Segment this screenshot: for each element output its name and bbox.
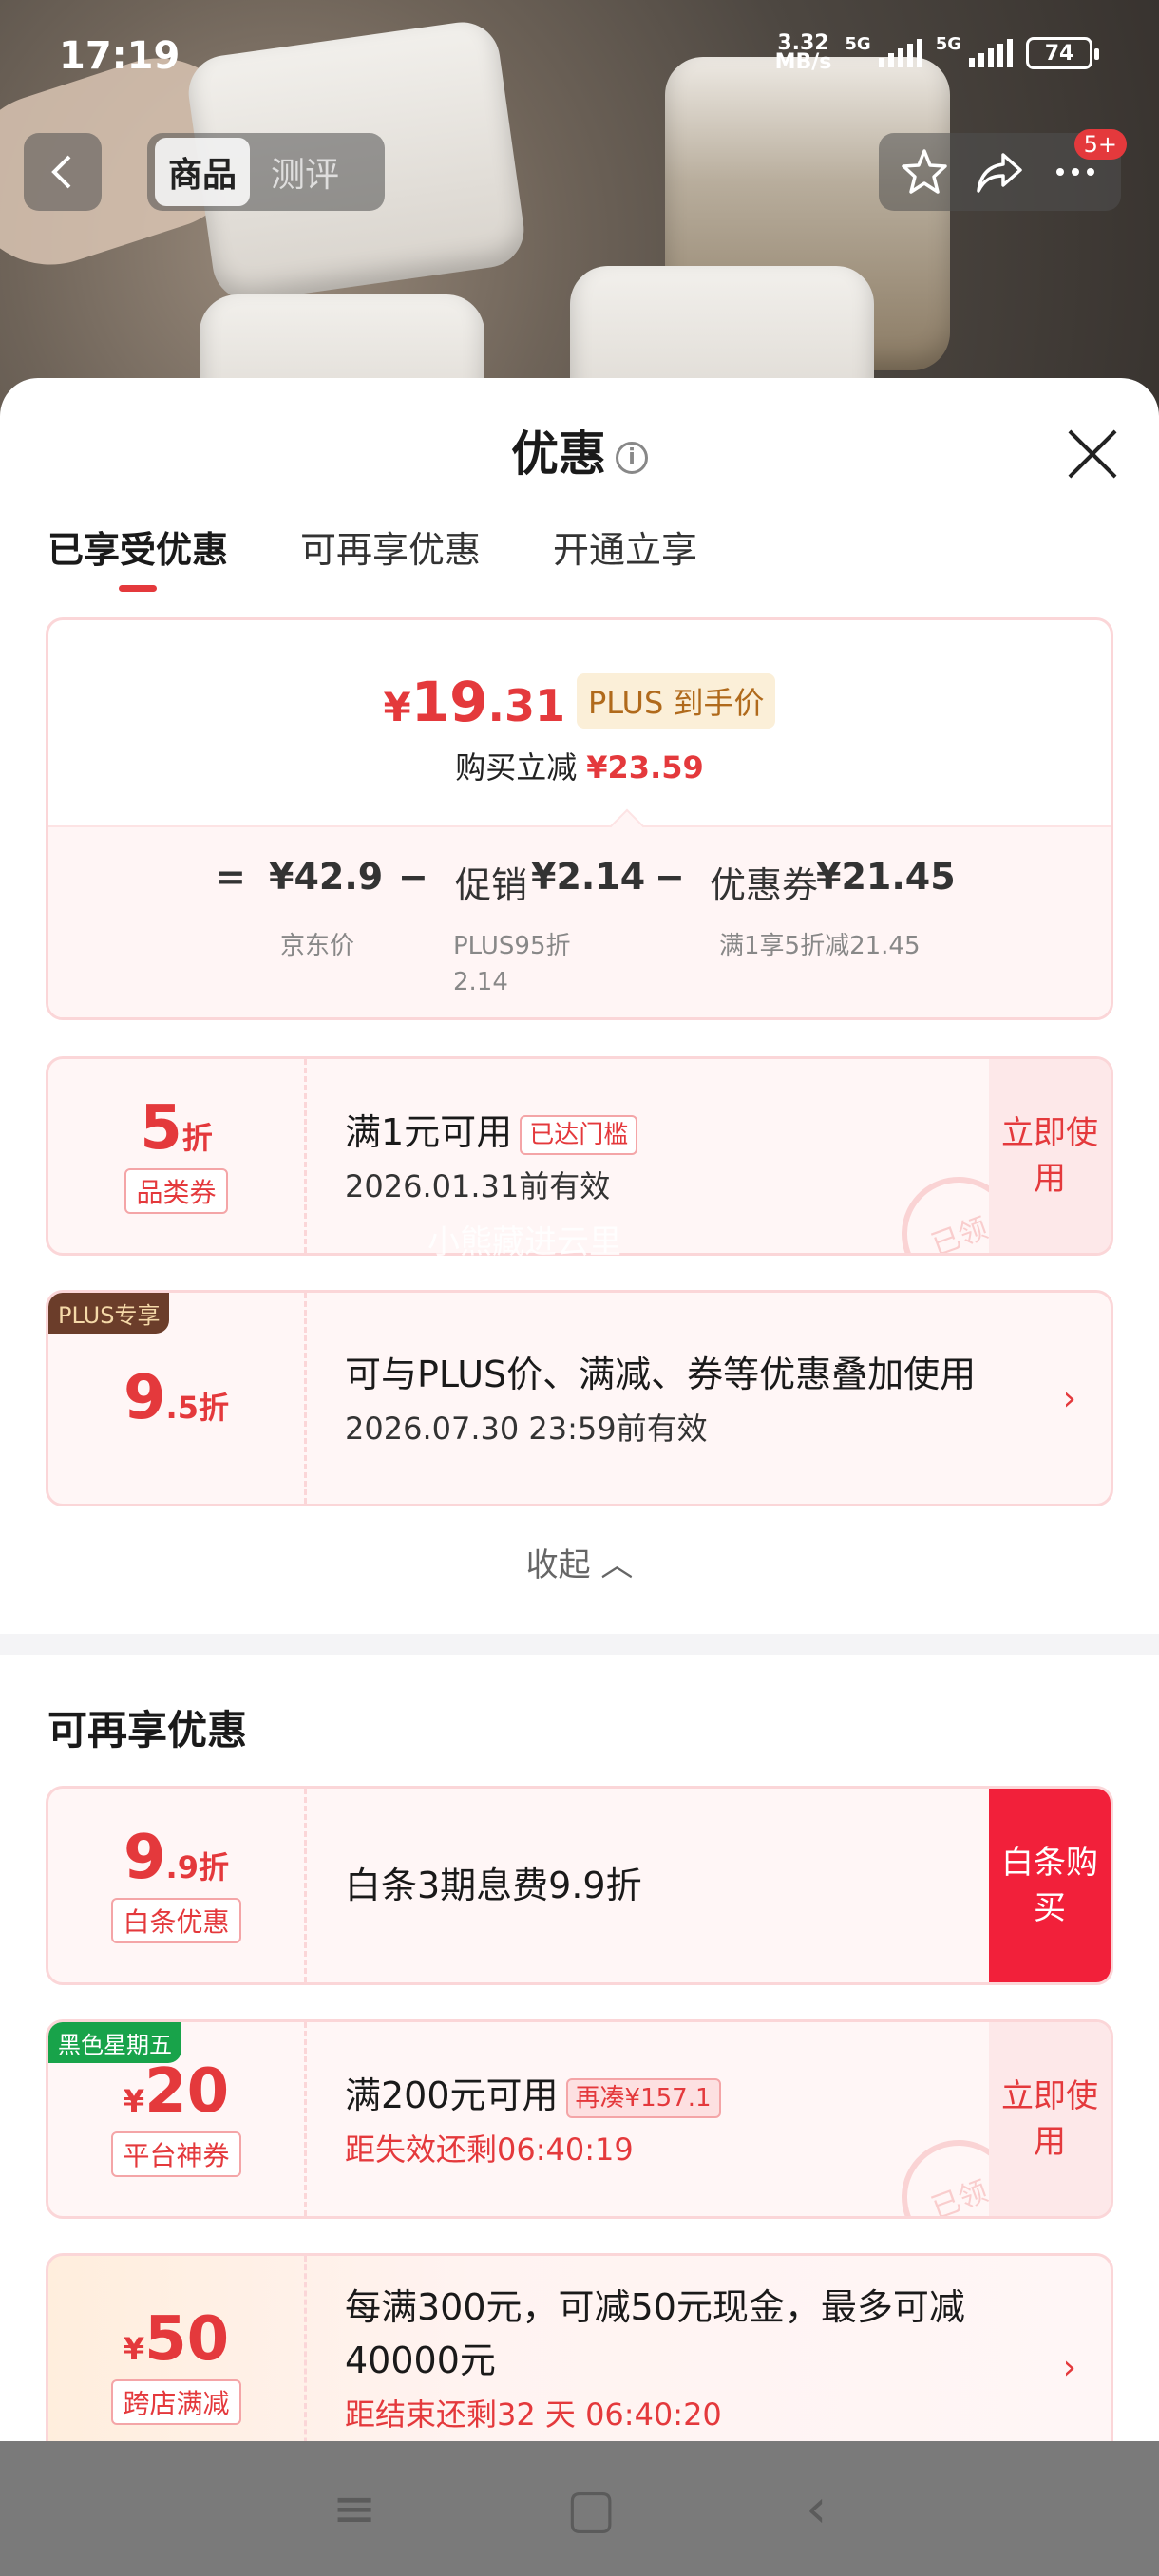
top-nav: 商品 测评 5+ — [0, 129, 1159, 218]
coupon-value-block: 9.9折 白条优惠 — [48, 1789, 307, 1982]
price-breakdown: = ¥42.9 − 促销 ¥2.14 − 优惠券 ¥21.45 京东价 PLUS… — [48, 825, 1111, 1017]
coupon-info: 白条3期息费9.9折 — [345, 1789, 642, 1982]
close-button[interactable] — [1064, 426, 1121, 483]
promotion-tabs: 已享受优惠 可再享优惠 开通立享 — [48, 521, 697, 596]
coupon-value: ¥21.45 — [816, 856, 956, 898]
top-tabs: 商品 测评 — [147, 133, 385, 211]
coupon-value-block: 9.5折 — [48, 1293, 307, 1504]
price-summary-card: ¥19.31 PLUS 到手价 购买立减 ¥23.59 = ¥42.9 − 促销 … — [46, 617, 1113, 1020]
chevron-right-icon[interactable]: › — [1063, 2348, 1076, 2387]
coupon-type-tag: 平台神券 — [111, 2131, 241, 2177]
info-icon[interactable]: i — [616, 441, 648, 474]
section-title: 可再享优惠 — [48, 1707, 248, 1753]
coupon-type-tag: 跨店满减 — [111, 2379, 241, 2425]
collapse-button[interactable]: 收起 ︿ — [0, 1539, 1159, 1585]
home-icon[interactable]: ▢ — [566, 2478, 617, 2540]
coupon-card[interactable]: PLUS专享 9.5折 可与PLUS价、满减、券等优惠叠加使用 2026.07.… — [46, 1290, 1113, 1506]
star-icon[interactable] — [900, 147, 949, 197]
signal-icon — [878, 39, 922, 67]
promo-sub: PLUS95折 2.14 — [453, 932, 571, 996]
promo-label: 促销 — [455, 864, 528, 906]
coupon-value-block: ¥20 平台神券 — [48, 2022, 307, 2216]
jd-price-sub: 京东价 — [280, 932, 355, 960]
minus-sign: − — [655, 856, 685, 898]
use-now-button[interactable]: 立即使用 — [989, 2022, 1111, 2216]
reduce-line: 购买立减 ¥23.59 — [455, 749, 704, 786]
tab-open-membership[interactable]: 开通立享 — [553, 521, 697, 596]
equals-sign: = — [216, 856, 246, 898]
coupon-info: 可与PLUS价、满减、券等优惠叠加使用 2026.07.30 23:59前有效 — [345, 1293, 1029, 1504]
shortfall-pill: 再凑¥157.1 — [565, 2077, 721, 2118]
coupon-title: 满1元可用 — [345, 1111, 513, 1153]
tab-enjoyed[interactable]: 已享受优惠 — [48, 521, 228, 596]
section-divider — [0, 1634, 1159, 1655]
status-bar: 17:19 3.32 MB/s 5G 5G 74 — [0, 0, 1159, 114]
chevron-left-icon — [51, 155, 71, 189]
menu-icon[interactable]: ≡ — [332, 2478, 377, 2540]
share-icon[interactable] — [975, 147, 1024, 197]
coupon-type-tag: 品类券 — [124, 1168, 228, 1214]
coupon-type-tag: 白条优惠 — [111, 1898, 241, 1943]
promo-value: ¥2.14 — [531, 856, 646, 898]
signal-icon — [969, 39, 1013, 67]
chevron-right-icon[interactable]: › — [1063, 1379, 1076, 1418]
coupon-value-block: ¥50 跨店满减 — [48, 2256, 307, 2449]
coupon-card[interactable]: 黑色星期五 ¥20 平台神券 满200元可用 再凑¥157.1 距失效还剩06:4… — [46, 2019, 1113, 2219]
message-badge: 5+ — [1074, 129, 1127, 160]
baitiao-buy-button[interactable]: 白条购买 — [989, 1789, 1111, 1982]
network-type: 5G — [935, 34, 961, 54]
coupon-value-block: 5折 品类券 — [48, 1059, 307, 1253]
threshold-pill: 已达门槛 — [520, 1114, 638, 1155]
reduce-value: ¥23.59 — [586, 749, 704, 786]
coupon-validity: 2026.07.30 23:59前有效 — [345, 1411, 708, 1447]
coupon-sub: 满1享5折减21.45 — [719, 932, 921, 960]
coupon-card[interactable]: 9.9折 白条优惠 白条3期息费9.9折 白条购买 — [46, 1786, 1113, 1985]
tab-product[interactable]: 商品 — [155, 138, 251, 206]
tab-review[interactable]: 测评 — [257, 138, 352, 206]
coupon-info: 每满300元，可减50元现金，最多可减40000元 距结束还剩32 天 06:4… — [345, 2256, 1029, 2449]
coupon-title: 每满300元，可减50元现金，最多可减40000元 — [345, 2286, 965, 2381]
network-type: 5G — [845, 34, 871, 54]
battery-icon: 74 — [1026, 37, 1099, 69]
coupon-label: 优惠券 — [710, 864, 819, 906]
minus-sign: − — [398, 856, 428, 898]
promotion-sheet: 优惠 i 已享受优惠 可再享优惠 开通立享 ¥19.31 PLUS 到手价 购买立… — [0, 378, 1159, 2449]
watermark: 小熊藏进云里 — [428, 1223, 621, 1261]
coupon-info: 满200元可用 再凑¥157.1 距失效还剩06:40:19 — [345, 2022, 721, 2216]
coupon-title: 白条3期息费9.9折 — [345, 1865, 642, 1906]
back-button[interactable] — [24, 133, 102, 211]
back-icon[interactable]: ‹ — [806, 2478, 826, 2540]
coupon-title: 满200元可用 — [345, 2074, 559, 2116]
final-price: ¥19.31 — [383, 670, 565, 734]
tab-more[interactable]: 可再享优惠 — [300, 521, 481, 596]
status-icons: 3.32 MB/s 5G 5G 74 — [774, 31, 1099, 74]
chevron-up-icon: ︿ — [600, 1546, 634, 1584]
status-time: 17:19 — [59, 34, 180, 78]
plus-price-label: PLUS 到手价 — [577, 673, 776, 729]
net-speed: 3.32 MB/s — [774, 31, 832, 74]
jd-price: ¥42.9 — [269, 856, 384, 898]
coupon-title: 可与PLUS价、满减、券等优惠叠加使用 — [345, 1354, 977, 1395]
coupon-validity: 2026.01.31前有效 — [345, 1168, 611, 1204]
sheet-title: 优惠 i — [0, 416, 1159, 484]
coupon-card[interactable]: ¥50 跨店满减 每满300元，可减50元现金，最多可减40000元 距结束还剩… — [46, 2253, 1113, 2449]
system-nav-bar: ≡ ▢ ‹ — [0, 2441, 1159, 2576]
use-now-button[interactable]: 立即使用 — [989, 1059, 1111, 1253]
top-actions: 5+ — [879, 129, 1127, 211]
coupon-countdown: 距结束还剩32 天 06:40:20 — [345, 2396, 722, 2433]
final-price-line: ¥19.31 PLUS 到手价 — [48, 670, 1111, 736]
coupon-countdown: 距失效还剩06:40:19 — [345, 2131, 634, 2168]
